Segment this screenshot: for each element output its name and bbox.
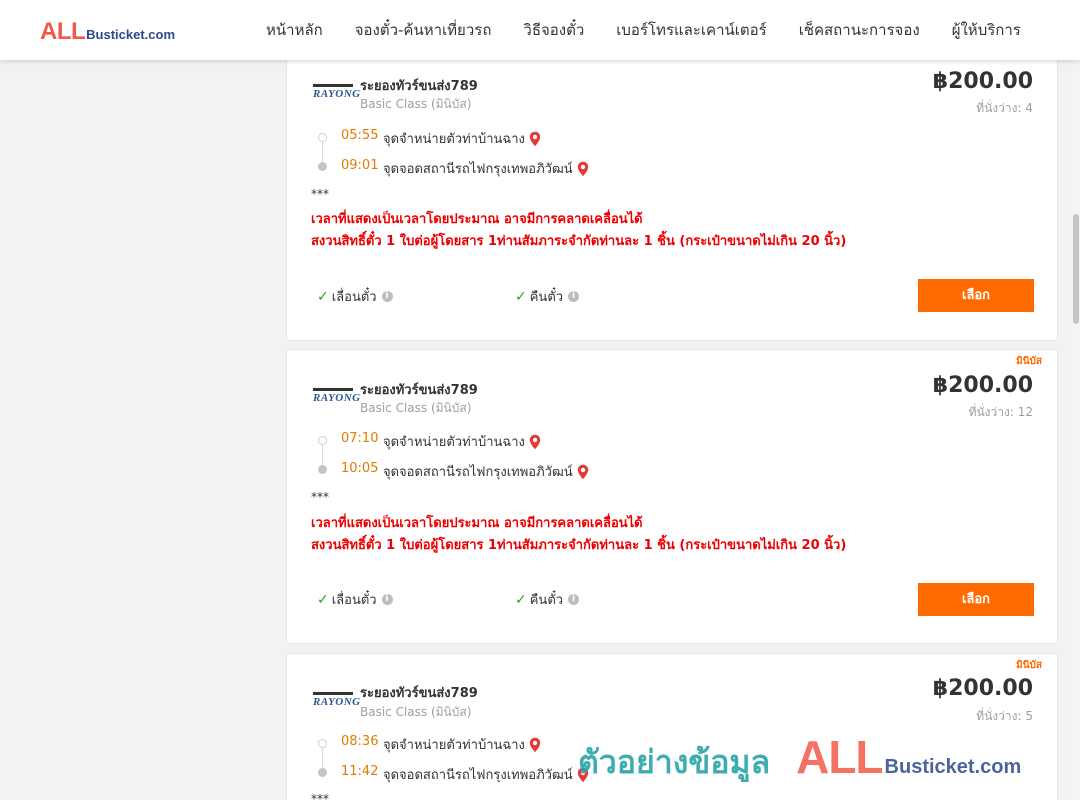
check-icon: ✓ <box>317 288 329 305</box>
arrive-stop: จุดจอดสถานีรถไฟกรุงเทพอภิวัฒน์ <box>383 461 589 482</box>
map-pin-icon[interactable] <box>577 161 589 177</box>
arrive-stop: จุดจอดสถานีรถไฟกรุงเทพอภิวัฒน์ <box>383 764 589 785</box>
feature-reschedule: ✓ เลื่อนตั๋ว i <box>317 286 393 307</box>
select-button[interactable]: เลือก <box>918 279 1034 312</box>
note-stars: *** <box>311 187 329 201</box>
operator-name: ระยองทัวร์ขนส่ง789 <box>360 79 478 94</box>
watermark-logo-all: ALL <box>796 731 883 783</box>
scrollbar-track[interactable] <box>1072 60 1080 800</box>
main-menu: หน้าหลัก จองตั๋ว-ค้นหาเที่ยวรถ วิธีจองตั… <box>250 0 1037 60</box>
watermark-text: ตัวอย่างข้อมูล <box>578 743 771 781</box>
bus-class: Basic Class (มินิบัส) <box>360 705 472 719</box>
feature-label: คืนตั๋ว <box>529 593 564 608</box>
seats-available: ที่นั่งว่าง: 4 <box>976 101 1033 115</box>
watermark-logo-domain: Busticket.com <box>884 756 1022 778</box>
note-stars: *** <box>311 792 329 800</box>
check-icon: ✓ <box>515 288 527 305</box>
bus-class: Basic Class (มินิบัส) <box>360 97 472 111</box>
depart-stop: จุดจำหน่ายตัวท่าบ้านฉาง <box>383 431 541 452</box>
feature-label: เลื่อนตั๋ว <box>331 290 377 305</box>
arrive-time: 09:01 <box>341 158 379 173</box>
ticket-price: ฿200.00 <box>932 676 1033 701</box>
note-line: เวลาที่แสดงเป็นเวลาโดยประมาณ อาจมีการคลา… <box>311 516 643 531</box>
menu-operators[interactable]: ผู้ให้บริการ <box>936 18 1037 42</box>
info-icon[interactable]: i <box>381 291 393 302</box>
feature-label: เลื่อนตั๋ว <box>331 593 377 608</box>
arrive-dot <box>318 768 327 777</box>
map-pin-icon[interactable] <box>529 434 541 450</box>
menu-contact-counter[interactable]: เบอร์โทรและเคาน์เตอร์ <box>600 18 782 42</box>
arrive-time: 10:05 <box>341 461 379 476</box>
logo-domain: Busticket.com <box>86 27 176 42</box>
menu-book-ticket[interactable]: จองตั๋ว-ค้นหาเที่ยวรถ <box>339 18 508 42</box>
depart-time: 05:55 <box>341 128 379 143</box>
note-line: เวลาที่แสดงเป็นเวลาโดยประมาณ อาจมีการคลา… <box>311 212 643 227</box>
bus-type-badge: มินิบัส <box>1016 660 1042 671</box>
trip-card: RAYONG ระยองทัวร์ขนส่ง789 Basic Class (ม… <box>286 47 1058 341</box>
depart-dot <box>318 436 327 445</box>
depart-time: 08:36 <box>341 734 379 749</box>
ticket-price: ฿200.00 <box>932 69 1033 94</box>
scrollbar-thumb[interactable] <box>1073 214 1079 324</box>
arrive-dot <box>318 465 327 474</box>
feature-label: คืนตั๋ว <box>529 290 564 305</box>
arrive-time: 11:42 <box>341 764 379 779</box>
arrive-stop: จุดจอดสถานีรถไฟกรุงเทพอภิวัฒน์ <box>383 158 589 179</box>
menu-check-status[interactable]: เช็คสถานะการจอง <box>783 18 936 42</box>
feature-reschedule: ✓ เลื่อนตั๋ว i <box>317 589 393 610</box>
select-button[interactable]: เลือก <box>918 583 1034 616</box>
depart-stop-label: จุดจำหน่ายตัวท่าบ้านฉาง <box>383 435 525 450</box>
operator-name: ระยองทัวร์ขนส่ง789 <box>360 686 478 701</box>
seats-available: ที่นั่งว่าง: 12 <box>968 405 1033 419</box>
map-pin-icon[interactable] <box>529 131 541 147</box>
operator-logo: RAYONG <box>313 84 360 104</box>
logo-all: ALL <box>40 18 86 45</box>
map-pin-icon[interactable] <box>577 464 589 480</box>
arrive-dot <box>318 162 327 171</box>
depart-time: 07:10 <box>341 431 379 446</box>
top-navigation: ALL Busticket.com หน้าหลัก จองตั๋ว-ค้นหา… <box>0 0 1080 60</box>
depart-stop-label: จุดจำหน่ายตัวท่าบ้านฉาง <box>383 132 525 147</box>
depart-stop: จุดจำหน่ายตัวท่าบ้านฉาง <box>383 128 541 149</box>
depart-stop-label: จุดจำหน่ายตัวท่าบ้านฉาง <box>383 738 525 753</box>
seats-available: ที่นั่งว่าง: 5 <box>976 709 1033 723</box>
note-line: สงวนสิทธิ์ตั๋ว 1 ใบต่อผู้โดยสาร 1ท่านสัม… <box>311 234 847 249</box>
feature-refund: ✓ คืนตั๋ว i <box>515 286 580 307</box>
info-icon[interactable]: i <box>568 291 580 302</box>
ticket-price: ฿200.00 <box>932 373 1033 398</box>
arrive-stop-label: จุดจอดสถานีรถไฟกรุงเทพอภิวัฒน์ <box>383 162 573 177</box>
info-icon[interactable]: i <box>568 594 580 605</box>
bus-type-badge: มินิบัส <box>1016 356 1042 367</box>
depart-stop: จุดจำหน่ายตัวท่าบ้านฉาง <box>383 734 541 755</box>
menu-home[interactable]: หน้าหลัก <box>250 18 339 42</box>
sample-data-watermark: ตัวอย่างข้อมูล ALL Busticket.com <box>578 730 1021 788</box>
depart-dot <box>318 133 327 142</box>
operator-logo: RAYONG <box>313 388 360 408</box>
depart-dot <box>318 739 327 748</box>
trip-card: มินิบัส RAYONG ระยองทัวร์ขนส่ง789 Basic … <box>286 349 1058 644</box>
feature-refund: ✓ คืนตั๋ว i <box>515 589 580 610</box>
site-logo[interactable]: ALL Busticket.com <box>40 18 175 46</box>
operator-name: ระยองทัวร์ขนส่ง789 <box>360 383 478 398</box>
note-line: สงวนสิทธิ์ตั๋ว 1 ใบต่อผู้โดยสาร 1ท่านสัม… <box>311 538 847 553</box>
note-stars: *** <box>311 490 329 504</box>
check-icon: ✓ <box>515 591 527 608</box>
operator-logo: RAYONG <box>313 692 360 712</box>
arrive-stop-label: จุดจอดสถานีรถไฟกรุงเทพอภิวัฒน์ <box>383 465 573 480</box>
info-icon[interactable]: i <box>381 594 393 605</box>
bus-class: Basic Class (มินิบัส) <box>360 401 472 415</box>
check-icon: ✓ <box>317 591 329 608</box>
menu-how-to-book[interactable]: วิธีจองตั๋ว <box>507 18 600 42</box>
map-pin-icon[interactable] <box>529 737 541 753</box>
arrive-stop-label: จุดจอดสถานีรถไฟกรุงเทพอภิวัฒน์ <box>383 768 573 783</box>
